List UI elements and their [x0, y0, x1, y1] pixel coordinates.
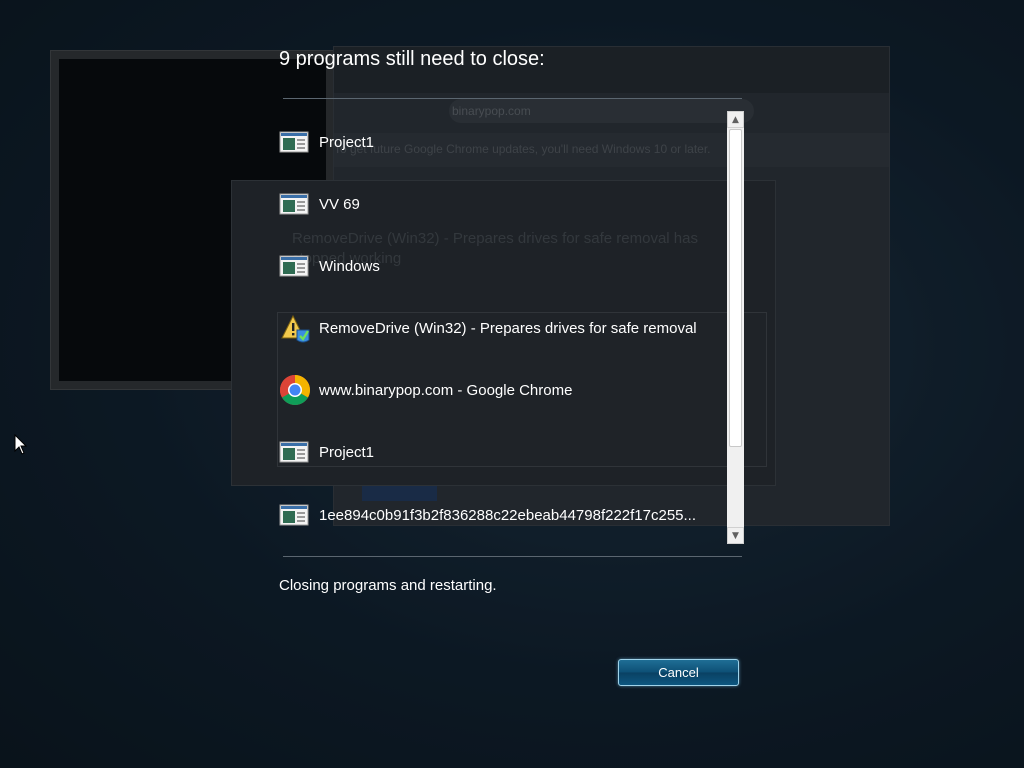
- dialog-heading: 9 programs still need to close:: [279, 48, 545, 70]
- list-item-label: 1ee894c0b91f3b2f836288c22ebeab44798f222f…: [319, 506, 697, 524]
- app-window-icon: [279, 499, 311, 531]
- chrome-icon: [279, 374, 311, 406]
- app-window-icon: [279, 436, 311, 468]
- scroll-up-arrow-icon[interactable]: ▲: [727, 111, 744, 128]
- list-item-label: Windows: [319, 257, 380, 275]
- app-window-icon: [279, 126, 311, 158]
- list-item-label: VV 69: [319, 195, 360, 213]
- list-item[interactable]: Project1: [279, 435, 727, 469]
- list-item-label: Project1: [319, 133, 375, 151]
- mouse-pointer-icon: [14, 434, 28, 455]
- list-item[interactable]: 1ee894c0b91f3b2f836288c22ebeab44798f222f…: [279, 498, 727, 532]
- list-item[interactable]: VV 69: [279, 187, 727, 221]
- list-item-label: Project1: [319, 443, 375, 461]
- program-list-scrollbar[interactable]: ▲ ▼: [727, 111, 744, 544]
- list-item-label: www.binarypop.com - Google Chrome: [319, 381, 573, 399]
- scrollbar-thumb[interactable]: [729, 129, 742, 447]
- app-window-icon: [279, 250, 311, 282]
- list-item[interactable]: Project1: [279, 125, 727, 159]
- divider-top: [283, 98, 742, 99]
- list-item[interactable]: www.binarypop.com - Google Chrome: [279, 373, 727, 407]
- cancel-button[interactable]: Cancel: [618, 659, 739, 686]
- scroll-down-arrow-icon[interactable]: ▼: [727, 527, 744, 544]
- list-item-label: RemoveDrive (Win32) - Prepares drives fo…: [319, 319, 697, 337]
- warning-shield-icon: [279, 312, 311, 344]
- app-window-icon: [279, 188, 311, 220]
- status-text: Closing programs and restarting.: [279, 577, 497, 594]
- program-list[interactable]: Project1 VV 69 Windows RemoveDrive (Win3…: [279, 110, 727, 544]
- list-item[interactable]: Windows: [279, 249, 727, 283]
- list-item[interactable]: RemoveDrive (Win32) - Prepares drives fo…: [279, 311, 727, 345]
- divider-bottom: [283, 556, 742, 557]
